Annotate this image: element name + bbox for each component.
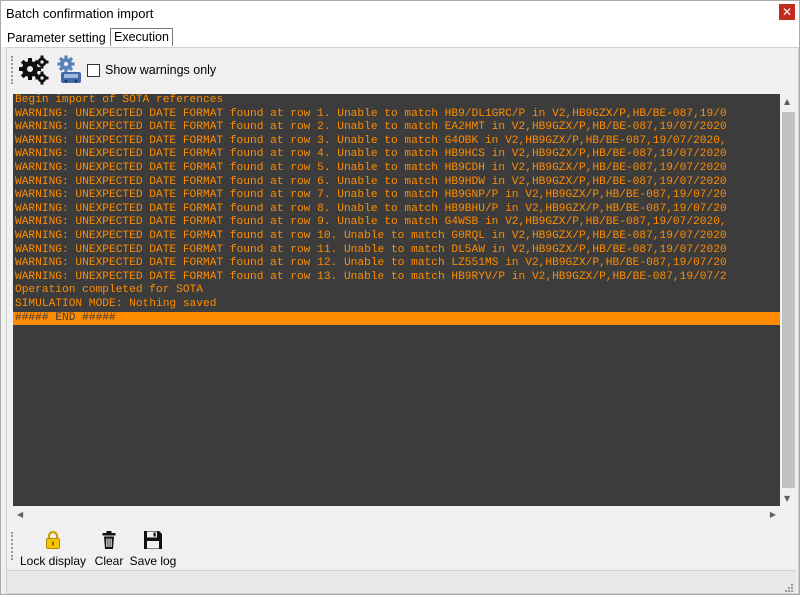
log-line: WARNING: UNEXPECTED DATE FORMAT found at…	[15, 257, 727, 270]
log-line: WARNING: UNEXPECTED DATE FORMAT found at…	[15, 216, 727, 229]
save-log-button[interactable]: Save log	[129, 530, 177, 568]
log-line: WARNING: UNEXPECTED DATE FORMAT found at…	[15, 134, 727, 147]
gears-icon[interactable]	[19, 54, 49, 86]
scroll-down-icon[interactable]: ▼	[784, 494, 790, 503]
toolbar: Show warnings only	[7, 48, 796, 93]
window-title: Batch confirmation import	[6, 6, 154, 21]
log-line: WARNING: UNEXPECTED DATE FORMAT found at…	[15, 107, 727, 120]
log-line: WARNING: UNEXPECTED DATE FORMAT found at…	[15, 270, 727, 283]
log-line: WARNING: UNEXPECTED DATE FORMAT found at…	[15, 189, 727, 202]
log-line: Begin import of SOTA references	[15, 94, 224, 106]
lock-icon	[45, 530, 61, 555]
trash-icon	[101, 530, 117, 555]
tab-strip: Parameter setting Execution	[1, 27, 799, 47]
floppy-disk-icon	[143, 530, 163, 555]
bottom-toolbar-grip	[11, 532, 16, 560]
show-warnings-label: Show warnings only	[105, 63, 217, 77]
execution-tab-page: Show warnings only Begin import of SOTA …	[6, 47, 799, 594]
log-line: WARNING: UNEXPECTED DATE FORMAT found at…	[15, 121, 727, 134]
scroll-left-icon[interactable]: ◀	[17, 510, 23, 519]
log-lines-container: Begin import of SOTA references WARNING: …	[13, 94, 780, 312]
log-line: WARNING: UNEXPECTED DATE FORMAT found at…	[15, 161, 727, 174]
log-line: WARNING: UNEXPECTED DATE FORMAT found at…	[15, 243, 727, 256]
horizontal-scrollbar[interactable]: ◀ ▶	[13, 506, 780, 523]
clear-button[interactable]: Clear	[93, 530, 125, 568]
vertical-scroll-thumb[interactable]	[782, 112, 795, 488]
tab-execution[interactable]: Execution	[110, 28, 173, 46]
log-output[interactable]: Begin import of SOTA references WARNING: …	[13, 94, 780, 506]
log-line: Operation completed for SOTA	[15, 284, 203, 297]
show-warnings-checkbox[interactable]	[87, 64, 100, 77]
clear-label: Clear	[94, 554, 124, 568]
log-end-line: ##### END #####	[13, 311, 780, 326]
log-line: SIMULATION MODE: Nothing saved	[15, 297, 217, 310]
tab-parameter-setting[interactable]: Parameter setting	[4, 30, 109, 46]
batch-import-window: Batch confirmation import ✕ Parameter se…	[0, 0, 800, 595]
log-line: WARNING: UNEXPECTED DATE FORMAT found at…	[15, 175, 727, 188]
resize-grip-icon[interactable]	[783, 579, 793, 592]
simulation-gears-icon[interactable]	[55, 54, 85, 86]
toolbar-grip	[11, 56, 16, 84]
title-bar: Batch confirmation import ✕	[1, 1, 799, 27]
log-line: WARNING: UNEXPECTED DATE FORMAT found at…	[15, 202, 727, 215]
status-bar	[7, 570, 796, 592]
save-log-label: Save log	[129, 554, 177, 568]
bottom-toolbar: Lock display Clear Save log	[7, 526, 796, 570]
scroll-up-icon[interactable]: ▲	[784, 97, 790, 106]
close-button[interactable]: ✕	[779, 4, 795, 20]
lock-display-label: Lock display	[19, 554, 87, 568]
vertical-scrollbar[interactable]: ▲ ▼	[780, 94, 797, 506]
log-line: WARNING: UNEXPECTED DATE FORMAT found at…	[15, 229, 727, 242]
log-line: WARNING: UNEXPECTED DATE FORMAT found at…	[15, 148, 727, 161]
lock-display-button[interactable]: Lock display	[19, 530, 87, 568]
scroll-right-icon[interactable]: ▶	[770, 510, 776, 519]
